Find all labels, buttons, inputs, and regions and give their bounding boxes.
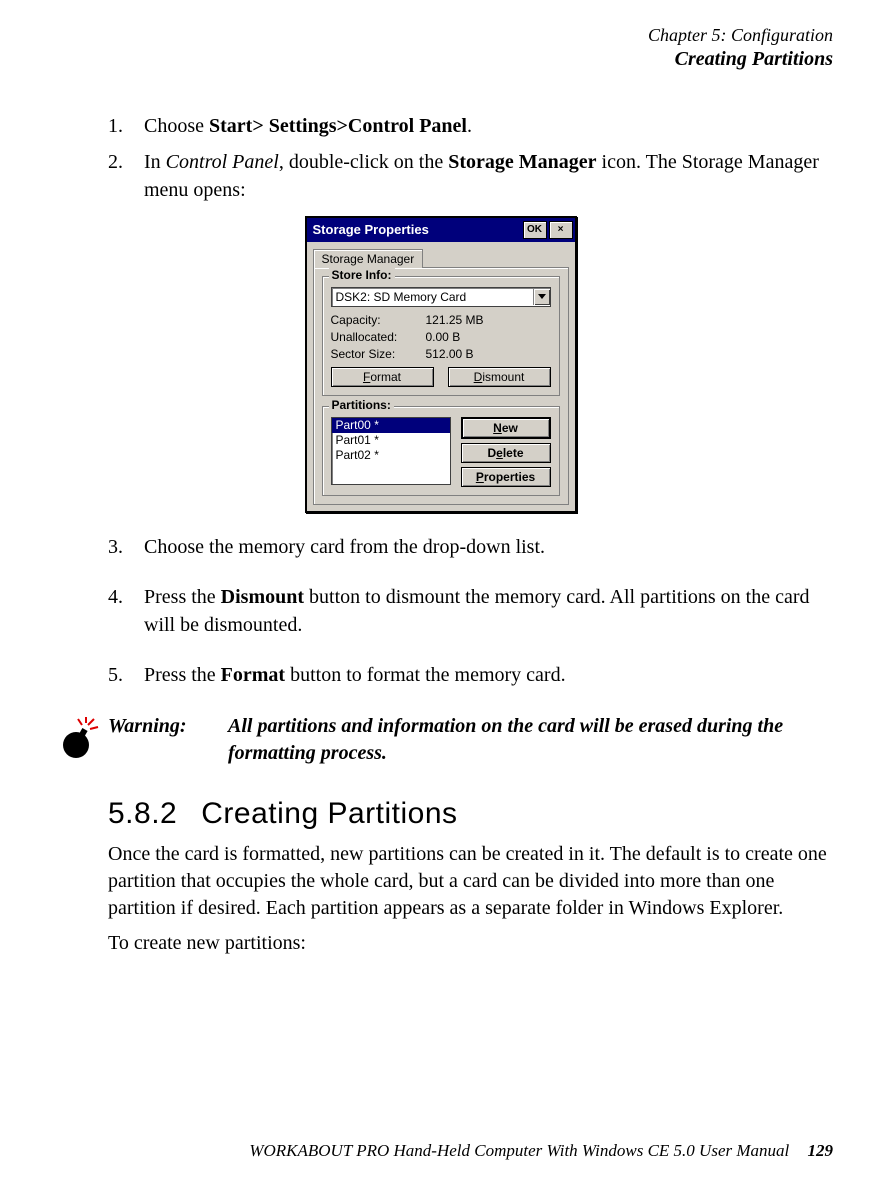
store-select[interactable]: DSK2: SD Memory Card: [331, 287, 551, 307]
section-number: 5.8.2: [108, 797, 177, 831]
warning-label: Warning:: [108, 713, 228, 767]
page-footer: WORKABOUT PRO Hand-Held Computer With Wi…: [249, 1141, 833, 1161]
chapter-label: Chapter 5: Configuration: [48, 24, 833, 47]
sector-row: Sector Size: 512.00 B: [331, 347, 551, 361]
list-item[interactable]: Part02 *: [332, 448, 450, 463]
dismount-button[interactable]: Dismount: [448, 367, 551, 387]
warning-block: Warning: All partitions and information …: [48, 713, 833, 767]
title-bar: Storage Properties OK ×: [307, 218, 575, 242]
section-heading: 5.8.2 Creating Partitions: [108, 797, 833, 831]
format-button[interactable]: Format: [331, 367, 434, 387]
step-number: 3.: [108, 533, 144, 561]
sector-value: 512.00 B: [426, 347, 474, 361]
step-text: Press the Dismount button to dismount th…: [144, 583, 833, 639]
unallocated-value: 0.00 B: [426, 330, 461, 344]
partitions-listbox[interactable]: Part00 * Part01 * Part02 *: [331, 417, 451, 485]
delete-button[interactable]: Delete: [461, 443, 551, 463]
section-title-text: Creating Partitions: [201, 797, 457, 830]
list-item[interactable]: Part00 *: [332, 418, 450, 433]
step-2: 2. In Control Panel, double-click on the…: [108, 148, 833, 204]
capacity-label: Capacity:: [331, 313, 426, 327]
unallocated-row: Unallocated: 0.00 B: [331, 330, 551, 344]
ok-button[interactable]: OK: [523, 221, 547, 239]
step-number: 1.: [108, 112, 144, 140]
step-1: 1. Choose Start> Settings>Control Panel.: [108, 112, 833, 140]
close-button[interactable]: ×: [549, 221, 573, 239]
group-title: Store Info:: [329, 268, 395, 282]
section-label: Creating Partitions: [48, 47, 833, 72]
step-text: Choose the memory card from the drop-dow…: [144, 533, 833, 561]
storage-properties-dialog: Storage Properties OK × Storage Manager …: [305, 216, 577, 513]
capacity-value: 121.25 MB: [426, 313, 484, 327]
step-text: In Control Panel, double-click on the St…: [144, 148, 833, 204]
new-button[interactable]: New: [461, 417, 551, 439]
sector-label: Sector Size:: [331, 347, 426, 361]
list-item[interactable]: Part01 *: [332, 433, 450, 448]
store-info-group: Store Info: DSK2: SD Memory Card Capacit…: [322, 276, 560, 396]
footer-text: WORKABOUT PRO Hand-Held Computer With Wi…: [249, 1141, 789, 1160]
step-text: Choose Start> Settings>Control Panel.: [144, 112, 833, 140]
step-text: Press the Format button to format the me…: [144, 661, 833, 689]
properties-button[interactable]: Properties: [461, 467, 551, 487]
group-title: Partitions:: [329, 398, 394, 412]
capacity-row: Capacity: 121.25 MB: [331, 313, 551, 327]
step-3: 3. Choose the memory card from the drop-…: [108, 533, 833, 561]
step-5: 5. Press the Format button to format the…: [108, 661, 833, 689]
store-select-value: DSK2: SD Memory Card: [332, 290, 533, 304]
chevron-down-icon[interactable]: [533, 289, 550, 305]
body-paragraph: To create new partitions:: [108, 930, 833, 957]
partitions-group: Partitions: Part00 * Part01 * Part02 * N…: [322, 406, 560, 496]
warning-text: All partitions and information on the ca…: [228, 713, 833, 767]
section-582: 5.8.2 Creating Partitions Once the card i…: [108, 797, 833, 957]
step-4: 4. Press the Dismount button to dismount…: [108, 583, 833, 639]
unallocated-label: Unallocated:: [331, 330, 426, 344]
dialog-title: Storage Properties: [313, 222, 521, 237]
body-paragraph: Once the card is formatted, new partitio…: [108, 841, 833, 922]
step-number: 2.: [108, 148, 144, 204]
page-header: Chapter 5: Configuration Creating Partit…: [48, 24, 833, 72]
page-number: 129: [808, 1141, 834, 1160]
step-number: 5.: [108, 661, 144, 689]
step-number: 4.: [108, 583, 144, 639]
tab-storage-manager[interactable]: Storage Manager: [313, 249, 424, 268]
bomb-icon: [48, 713, 108, 767]
